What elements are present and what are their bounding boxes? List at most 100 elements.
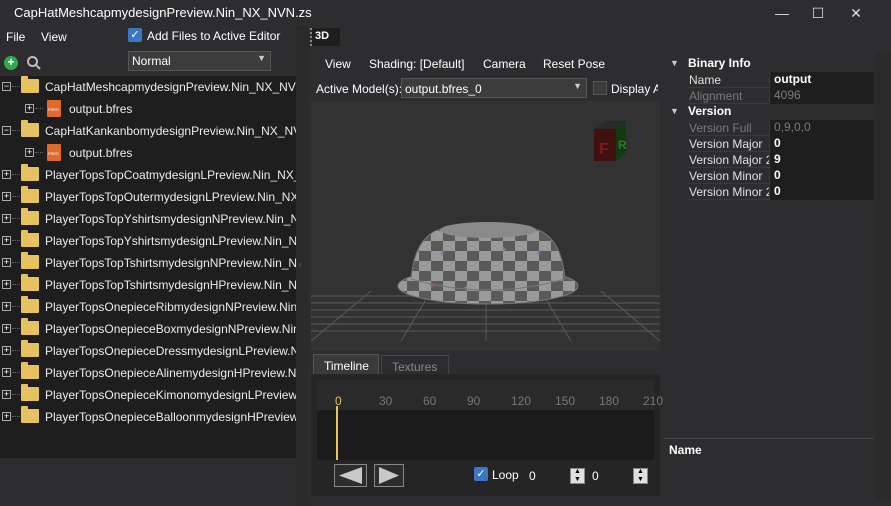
svg-text:+: + [536,249,542,260]
property-value[interactable]: 0 [769,168,874,184]
property-row[interactable]: Version Minor 20 [688,184,874,200]
end-frame-stepper[interactable]: ▲ ▼ [633,468,648,484]
properties-scrollbar[interactable] [876,52,891,500]
property-key: Version Minor 2 [689,185,773,199]
tab-3d[interactable]: 3D [312,28,340,46]
previous-frame-button[interactable] [334,464,367,487]
expand-toggle-icon[interactable]: + [2,258,11,267]
tab-timeline[interactable]: Timeline [313,354,379,376]
mode-dropdown[interactable]: Normal ▼ [128,51,271,71]
expand-toggle-icon[interactable]: + [2,170,11,179]
tree-item-label: CapHatKankanbomydesignPreview.Nin_NX_NVN… [45,124,296,138]
display-all-checkbox[interactable] [593,81,607,95]
viewer-menu-shading[interactable]: Shading: [Default] [369,57,464,71]
maximize-button[interactable]: ☐ [800,0,836,26]
expand-toggle-icon[interactable]: + [2,236,11,245]
playhead[interactable] [336,406,338,460]
menu-file[interactable]: File [6,30,25,44]
expand-toggle-icon[interactable]: + [2,346,11,355]
collapse-chevron-icon[interactable]: ▼ [670,106,679,116]
expand-toggle-icon[interactable]: + [2,280,11,289]
tree-folder-item[interactable]: − CapHatKankanbomydesignPreview.Nin_NX_NV… [0,120,296,142]
stepper-value: 0 [592,469,599,483]
stepper-up-icon[interactable]: ▲ [574,468,581,475]
chevron-down-icon: ▼ [257,53,266,63]
tree-folder-item[interactable]: + PlayerTopsOnepieceBalloonmydesignHPrevi… [0,406,296,428]
close-button[interactable]: ✕ [838,0,874,26]
stepper-down-icon[interactable]: ▼ [574,476,581,483]
tree-folder-item[interactable]: + PlayerTopsOnepieceRibmydesignNPreview.N… [0,296,296,318]
file-explorer-panel: File View ✓ Add Files to Active Editor +… [0,26,296,506]
collapse-chevron-icon[interactable]: ▼ [670,58,679,68]
property-value[interactable]: 0 [769,184,874,200]
tree-folder-item[interactable]: + PlayerTopsTopTshirtsmydesignHPreview.Ni… [0,274,296,296]
tree-folder-item[interactable]: + PlayerTopsOnepieceKimonomydesignLPrevie… [0,384,296,406]
stepper-up-icon[interactable]: ▲ [637,468,644,475]
3d-viewport[interactable]: + + + + + + F R [310,101,661,351]
property-row[interactable]: Version Major 29 [688,152,874,168]
tree-folder-item[interactable]: + PlayerTopsTopYshirtsmydesignNPreview.Ni… [0,208,296,230]
expand-toggle-icon[interactable]: + [2,368,11,377]
menu-view[interactable]: View [41,30,67,44]
collapse-arrow-icon[interactable]: ‹ [299,259,302,269]
splitter[interactable]: ‹ [296,26,308,506]
property-key: Version Major 2 [689,153,773,167]
tree-file-item[interactable]: + output.bfres [0,142,296,164]
add-icon[interactable]: + [4,56,18,70]
property-row[interactable]: Name output [688,72,874,88]
loop-label: Loop [492,468,519,482]
expand-toggle-icon[interactable]: + [2,214,11,223]
loop-checkbox[interactable]: ✓ [474,467,488,481]
property-row[interactable]: Version Full 0,9,0,0 [688,120,874,136]
expand-toggle-icon[interactable]: + [25,104,34,113]
property-section-title: Binary Info [688,56,751,70]
timeline-track[interactable]: 0 30 60 90 120 150 180 210 [317,380,663,460]
property-row[interactable]: Version Minor 0 [688,168,874,184]
tree-folder-item[interactable]: + PlayerTopsTopOutermydesignLPreview.Nin_… [0,186,296,208]
tree-folder-item[interactable]: + PlayerTopsOnepieceBoxmydesignNPreview.N… [0,318,296,340]
property-value[interactable]: 4096 [769,88,874,104]
property-row[interactable]: Version Major 0 [688,136,874,152]
tree-folder-item[interactable]: + PlayerTopsOnepieceDressmydesignLPreview… [0,340,296,362]
folder-icon [21,164,39,181]
viewer-menu-camera[interactable]: Camera [483,57,526,71]
expand-toggle-icon[interactable]: − [2,126,11,135]
expand-toggle-icon[interactable]: + [2,192,11,201]
expand-toggle-icon[interactable]: + [2,412,11,421]
property-value[interactable]: 0,9,0,0 [769,120,874,136]
minimize-button[interactable]: — [764,0,800,26]
tree-file-item[interactable]: + output.bfres [0,98,296,120]
expand-toggle-icon[interactable]: + [2,390,11,399]
tree-connector [12,174,20,175]
tree-item-label: PlayerTopsTopYshirtsmydesignNPreview.Nin… [45,212,296,226]
viewer-menu-reset-pose[interactable]: Reset Pose [543,57,605,71]
frame-stepper[interactable]: ▲ ▼ [570,468,585,484]
timeline-tick-label: 60 [423,394,437,408]
property-row[interactable]: Alignment 4096 [688,88,874,104]
folder-icon [21,406,39,423]
next-frame-button[interactable] [374,464,404,487]
stepper-down-icon[interactable]: ▼ [637,476,644,483]
tree-folder-item[interactable]: + PlayerTopsTopYshirtsmydesignLPreview.Ni… [0,230,296,252]
chevron-down-icon: ▼ [573,81,582,91]
viewer-menu-view[interactable]: View [325,57,351,71]
tree-folder-item[interactable]: + PlayerTopsTopCoatmydesignLPreview.Nin_N… [0,164,296,186]
tree-folder-item[interactable]: + PlayerTopsTopTshirtsmydesignNPreview.Ni… [0,252,296,274]
expand-toggle-icon[interactable]: − [2,82,11,91]
tree-folder-item[interactable]: + PlayerTopsOnepieceAlinemydesignHPreview… [0,362,296,384]
active-model-dropdown[interactable]: output.bfres_0 ▼ [401,78,587,98]
property-value[interactable]: 0 [769,136,874,152]
property-value[interactable]: output [769,72,874,88]
search-icon[interactable] [26,55,42,71]
expand-toggle-icon[interactable]: + [2,324,11,333]
tab-textures[interactable]: Textures [381,355,449,376]
tree-connector [12,130,20,131]
property-value[interactable]: 9 [769,152,874,168]
window-title: CapHatMeshcapmydesignPreview.Nin_NX_NVN.… [14,5,312,20]
add-files-checkbox[interactable]: ✓ [128,28,142,42]
expand-toggle-icon[interactable]: + [2,302,11,311]
tree-folder-item[interactable]: − CapHatMeshcapmydesignPreview.Nin_NX_NVN… [0,76,296,98]
property-key: Name [689,73,722,87]
expand-toggle-icon[interactable]: + [25,148,34,157]
timeline-tick-label: 150 [555,394,576,408]
